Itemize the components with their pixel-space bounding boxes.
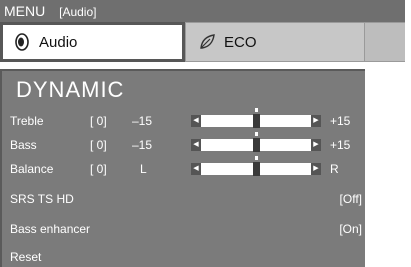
treble-value: [ 0] <box>90 114 107 128</box>
slider-right-arrow-icon[interactable]: ▶ <box>311 115 321 127</box>
bass-enhancer-value: [On] <box>339 222 362 236</box>
menu-subtitle: [Audio] <box>59 5 97 19</box>
balance-max: R <box>330 162 339 176</box>
bass-min: –15 <box>132 138 153 152</box>
treble-max: +15 <box>330 114 351 128</box>
bass-enhancer-row[interactable]: Bass enhancer [On] <box>10 219 362 239</box>
slider-center-mark <box>255 156 258 160</box>
balance-value: [ 0] <box>90 162 107 176</box>
treble-min: –15 <box>132 114 153 128</box>
bass-max: +15 <box>330 138 351 152</box>
balance-min: L <box>140 162 147 176</box>
slider-center-mark <box>255 132 258 136</box>
bass-enhancer-label: Bass enhancer <box>10 222 91 236</box>
srs-ts-hd-label: SRS TS HD <box>10 192 74 206</box>
tab-eco[interactable]: ECO <box>185 22 365 62</box>
speaker-icon <box>15 33 29 51</box>
menu-title: MENU <box>4 3 46 19</box>
leaf-icon <box>200 34 215 49</box>
bass-label: Bass <box>10 138 37 152</box>
tab-bar: Audio ECO <box>0 22 405 62</box>
slider-left-arrow-icon[interactable]: ◀ <box>191 115 201 127</box>
slider-center-mark <box>255 108 258 112</box>
audio-settings-panel: DYNAMIC Treble [ 0] –15 ◀ ▶ +15 Bass [ 0… <box>0 69 365 267</box>
balance-slider-knob[interactable] <box>253 162 260 176</box>
tab-eco-label: ECO <box>224 33 257 51</box>
reset-row[interactable]: Reset <box>10 247 362 267</box>
balance-slider[interactable]: ◀ ▶ <box>191 156 321 176</box>
tab-audio-label: Audio <box>39 33 78 51</box>
tab-bar-filler <box>365 22 405 62</box>
tab-audio[interactable]: Audio <box>0 22 185 62</box>
balance-row[interactable]: Balance [ 0] L ◀ ▶ R <box>10 156 362 179</box>
slider-right-arrow-icon[interactable]: ▶ <box>311 163 321 175</box>
reset-label: Reset <box>10 250 42 264</box>
bass-value: [ 0] <box>90 138 107 152</box>
balance-label: Balance <box>10 162 54 176</box>
treble-row[interactable]: Treble [ 0] –15 ◀ ▶ +15 <box>10 108 362 131</box>
treble-label: Treble <box>10 114 44 128</box>
bass-slider-knob[interactable] <box>253 138 260 152</box>
treble-slider[interactable]: ◀ ▶ <box>191 108 321 128</box>
bass-row[interactable]: Bass [ 0] –15 ◀ ▶ +15 <box>10 132 362 155</box>
slider-left-arrow-icon[interactable]: ◀ <box>191 163 201 175</box>
treble-slider-knob[interactable] <box>253 114 260 128</box>
slider-left-arrow-icon[interactable]: ◀ <box>191 139 201 151</box>
slider-right-arrow-icon[interactable]: ▶ <box>311 139 321 151</box>
srs-ts-hd-row[interactable]: SRS TS HD [Off] <box>10 189 362 209</box>
bass-slider[interactable]: ◀ ▶ <box>191 132 321 152</box>
menu-header: MENU [Audio] <box>0 0 405 22</box>
audio-preset-title: DYNAMIC <box>16 77 125 102</box>
srs-ts-hd-value: [Off] <box>339 192 362 206</box>
